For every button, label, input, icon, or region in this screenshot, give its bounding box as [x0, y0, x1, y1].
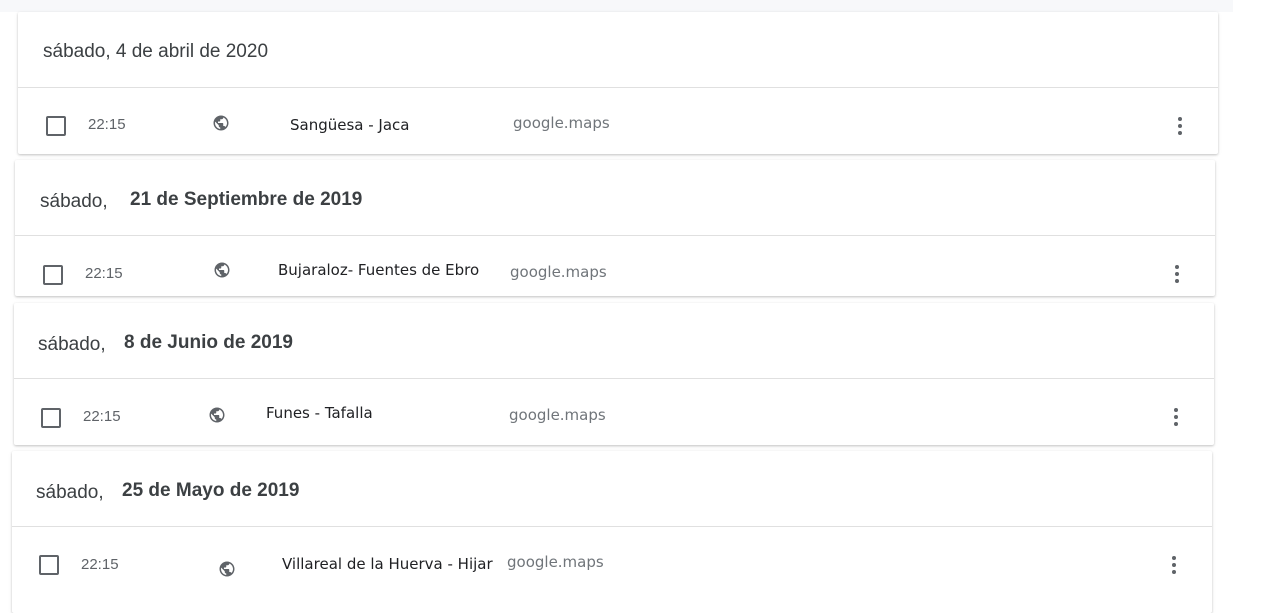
activity-title[interactable]: Bujaraloz- Fuentes de Ebro — [278, 261, 479, 279]
date-heading-prefix: sábado, — [36, 482, 104, 503]
activity-card-4: sábado, 25 de Mayo de 2019 22:15 Villare… — [12, 451, 1212, 613]
date-heading-bold: 21 de Septiembre de 2019 — [130, 189, 363, 210]
activity-time: 22:15 — [85, 265, 123, 282]
more-vert-icon[interactable] — [1177, 117, 1183, 137]
top-background — [0, 0, 1233, 12]
activity-source: google.maps — [513, 114, 610, 132]
date-heading-bold: 25 de Mayo de 2019 — [122, 480, 300, 501]
card-header: sábado, 4 de abril de 2020 — [18, 12, 1218, 88]
activity-time: 22:15 — [88, 116, 126, 133]
globe-icon — [213, 115, 229, 131]
globe-icon — [219, 561, 235, 577]
activity-title[interactable]: Villareal de la Huerva - Hijar — [282, 555, 493, 573]
activity-source: google.maps — [510, 263, 607, 281]
select-checkbox[interactable] — [43, 265, 63, 285]
date-heading: sábado, 4 de abril de 2020 — [43, 41, 269, 62]
card-header: sábado, 25 de Mayo de 2019 — [12, 451, 1212, 527]
activity-source: google.maps — [507, 553, 604, 571]
activity-time: 22:15 — [83, 408, 121, 425]
date-heading-prefix: sábado, — [38, 334, 106, 355]
date-heading-bold: 8 de Junio de 2019 — [124, 332, 293, 353]
activity-card-2: sábado, 21 de Septiembre de 2019 22:15 B… — [15, 160, 1215, 296]
date-heading-prefix: sábado, — [40, 191, 108, 212]
activity-time: 22:15 — [81, 556, 119, 573]
activity-title[interactable]: Sangüesa - Jaca — [290, 116, 410, 134]
activity-source: google.maps — [509, 406, 606, 424]
globe-icon — [209, 407, 225, 423]
select-checkbox[interactable] — [39, 555, 59, 575]
more-vert-icon[interactable] — [1171, 556, 1177, 576]
activity-card-1: sábado, 4 de abril de 2020 22:15 Sangües… — [18, 12, 1218, 154]
select-checkbox[interactable] — [41, 408, 61, 428]
card-header: sábado, 21 de Septiembre de 2019 — [15, 160, 1215, 236]
activity-title[interactable]: Funes - Tafalla — [266, 404, 373, 422]
more-vert-icon[interactable] — [1174, 265, 1180, 285]
select-checkbox[interactable] — [46, 116, 66, 136]
activity-card-3: sábado, 8 de Junio de 2019 22:15 Funes -… — [14, 303, 1214, 445]
more-vert-icon[interactable] — [1173, 408, 1179, 428]
globe-icon — [214, 262, 230, 278]
card-header: sábado, 8 de Junio de 2019 — [14, 303, 1214, 379]
